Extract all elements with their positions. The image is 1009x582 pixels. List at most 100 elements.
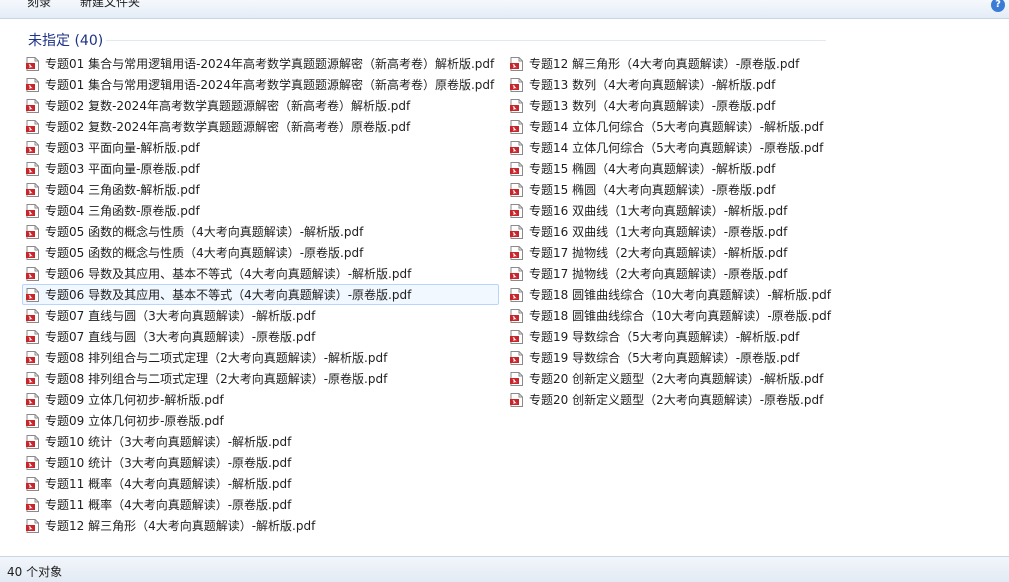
file-item[interactable]: 专题18 圆锥曲线综合（10大考向真题解读）-解析版.pdf bbox=[506, 284, 836, 305]
file-name: 专题05 函数的概念与性质（4大考向真题解读）-原卷版.pdf bbox=[45, 246, 364, 260]
file-name: 专题19 导数综合（5大考向真题解读）-原卷版.pdf bbox=[529, 351, 800, 365]
file-name: 专题18 圆锥曲线综合（10大考向真题解读）-原卷版.pdf bbox=[529, 309, 831, 323]
item-count: 40 个对象 bbox=[7, 565, 63, 579]
file-name: 专题08 排列组合与二项式定理（2大考向真题解读）-原卷版.pdf bbox=[45, 372, 388, 386]
file-item[interactable]: 专题12 解三角形（4大考向真题解读）-原卷版.pdf bbox=[506, 53, 836, 74]
pdf-file-icon bbox=[26, 183, 39, 197]
file-item[interactable]: 专题17 抛物线（2大考向真题解读）-解析版.pdf bbox=[506, 242, 836, 263]
file-name: 专题11 概率（4大考向真题解读）-原卷版.pdf bbox=[45, 498, 292, 512]
status-bar: 40 个对象 bbox=[0, 556, 1009, 582]
pdf-file-icon bbox=[26, 267, 39, 281]
file-item[interactable]: 专题19 导数综合（5大考向真题解读）-原卷版.pdf bbox=[506, 347, 836, 368]
pdf-file-icon bbox=[26, 435, 39, 449]
file-name: 专题14 立体几何综合（5大考向真题解读）-原卷版.pdf bbox=[529, 141, 824, 155]
pdf-file-icon bbox=[510, 78, 523, 92]
file-item[interactable]: 专题03 平面向量-原卷版.pdf bbox=[22, 158, 499, 179]
file-name: 专题14 立体几何综合（5大考向真题解读）-解析版.pdf bbox=[529, 120, 824, 134]
file-item[interactable]: 专题01 集合与常用逻辑用语-2024年高考数学真题题源解密（新高考卷）原卷版.… bbox=[22, 74, 499, 95]
file-name: 专题15 椭圆（4大考向真题解读）-原卷版.pdf bbox=[529, 183, 776, 197]
file-name: 专题06 导数及其应用、基本不等式（4大考向真题解读）-原卷版.pdf bbox=[45, 288, 412, 302]
pdf-file-icon bbox=[26, 351, 39, 365]
file-item[interactable]: 专题10 统计（3大考向真题解读）-原卷版.pdf bbox=[22, 452, 499, 473]
file-name: 专题01 集合与常用逻辑用语-2024年高考数学真题题源解密（新高考卷）解析版.… bbox=[45, 57, 495, 71]
file-name: 专题17 抛物线（2大考向真题解读）-原卷版.pdf bbox=[529, 267, 788, 281]
file-item[interactable]: 专题16 双曲线（1大考向真题解读）-原卷版.pdf bbox=[506, 221, 836, 242]
pdf-file-icon bbox=[26, 162, 39, 176]
file-item[interactable]: 专题14 立体几何综合（5大考向真题解读）-原卷版.pdf bbox=[506, 137, 836, 158]
file-list-pane: 未指定 (40) 专题01 集合与常用逻辑用语-2024年高考数学真题题源解密（… bbox=[0, 19, 1009, 556]
pdf-file-icon bbox=[26, 456, 39, 470]
command-bar: 刻录 新建文件夹 ? bbox=[0, 0, 1009, 19]
file-name: 专题16 双曲线（1大考向真题解读）-解析版.pdf bbox=[529, 204, 788, 218]
pdf-file-icon bbox=[510, 267, 523, 281]
pdf-file-icon bbox=[26, 57, 39, 71]
pdf-file-icon bbox=[26, 372, 39, 386]
file-item[interactable]: 专题10 统计（3大考向真题解读）-解析版.pdf bbox=[22, 431, 499, 452]
file-item[interactable]: 专题07 直线与圆（3大考向真题解读）-原卷版.pdf bbox=[22, 326, 499, 347]
file-item[interactable]: 专题07 直线与圆（3大考向真题解读）-解析版.pdf bbox=[22, 305, 499, 326]
file-name: 专题03 平面向量-原卷版.pdf bbox=[45, 162, 200, 176]
file-item[interactable]: 专题02 复数-2024年高考数学真题题源解密（新高考卷）解析版.pdf bbox=[22, 95, 499, 116]
file-item[interactable]: 专题12 解三角形（4大考向真题解读）-解析版.pdf bbox=[22, 515, 499, 536]
file-item[interactable]: 专题06 导数及其应用、基本不等式（4大考向真题解读）-解析版.pdf bbox=[22, 263, 499, 284]
file-name: 专题07 直线与圆（3大考向真题解读）-解析版.pdf bbox=[45, 309, 316, 323]
file-item[interactable]: 专题19 导数综合（5大考向真题解读）-解析版.pdf bbox=[506, 326, 836, 347]
file-item[interactable]: 专题11 概率（4大考向真题解读）-原卷版.pdf bbox=[22, 494, 499, 515]
file-name: 专题17 抛物线（2大考向真题解读）-解析版.pdf bbox=[529, 246, 788, 260]
file-item[interactable]: 专题01 集合与常用逻辑用语-2024年高考数学真题题源解密（新高考卷）解析版.… bbox=[22, 53, 499, 74]
pdf-file-icon bbox=[26, 477, 39, 491]
pdf-file-icon bbox=[26, 246, 39, 260]
pdf-file-icon bbox=[510, 204, 523, 218]
file-name: 专题01 集合与常用逻辑用语-2024年高考数学真题题源解密（新高考卷）原卷版.… bbox=[45, 78, 495, 92]
pdf-file-icon bbox=[26, 288, 39, 302]
file-name: 专题05 函数的概念与性质（4大考向真题解读）-解析版.pdf bbox=[45, 225, 364, 239]
file-item[interactable]: 专题11 概率（4大考向真题解读）-解析版.pdf bbox=[22, 473, 499, 494]
file-column-2: 专题12 解三角形（4大考向真题解读）-原卷版.pdf 专题13 数列（4大考向真… bbox=[506, 53, 836, 410]
file-item[interactable]: 专题04 三角函数-解析版.pdf bbox=[22, 179, 499, 200]
file-item[interactable]: 专题08 排列组合与二项式定理（2大考向真题解读）-解析版.pdf bbox=[22, 347, 499, 368]
pdf-file-icon bbox=[510, 288, 523, 302]
file-item[interactable]: 专题18 圆锥曲线综合（10大考向真题解读）-原卷版.pdf bbox=[506, 305, 836, 326]
file-name: 专题15 椭圆（4大考向真题解读）-解析版.pdf bbox=[529, 162, 776, 176]
file-item[interactable]: 专题14 立体几何综合（5大考向真题解读）-解析版.pdf bbox=[506, 116, 836, 137]
group-header[interactable]: 未指定 (40) bbox=[28, 28, 826, 50]
burn-button[interactable]: 刻录 bbox=[27, 0, 51, 10]
file-item[interactable]: 专题16 双曲线（1大考向真题解读）-解析版.pdf bbox=[506, 200, 836, 221]
new-folder-button[interactable]: 新建文件夹 bbox=[80, 0, 140, 10]
file-name: 专题02 复数-2024年高考数学真题题源解密（新高考卷）解析版.pdf bbox=[45, 99, 411, 113]
pdf-file-icon bbox=[26, 204, 39, 218]
file-item[interactable]: 专题02 复数-2024年高考数学真题题源解密（新高考卷）原卷版.pdf bbox=[22, 116, 499, 137]
file-item[interactable]: 专题09 立体几何初步-解析版.pdf bbox=[22, 389, 499, 410]
file-item[interactable]: 专题13 数列（4大考向真题解读）-解析版.pdf bbox=[506, 74, 836, 95]
file-name: 专题13 数列（4大考向真题解读）-解析版.pdf bbox=[529, 78, 776, 92]
file-name: 专题04 三角函数-原卷版.pdf bbox=[45, 204, 200, 218]
pdf-file-icon bbox=[26, 225, 39, 239]
file-name: 专题03 平面向量-解析版.pdf bbox=[45, 141, 200, 155]
pdf-file-icon bbox=[510, 99, 523, 113]
file-item[interactable]: 专题08 排列组合与二项式定理（2大考向真题解读）-原卷版.pdf bbox=[22, 368, 499, 389]
file-name: 专题13 数列（4大考向真题解读）-原卷版.pdf bbox=[529, 99, 776, 113]
file-item[interactable]: 专题17 抛物线（2大考向真题解读）-原卷版.pdf bbox=[506, 263, 836, 284]
file-item[interactable]: 专题13 数列（4大考向真题解读）-原卷版.pdf bbox=[506, 95, 836, 116]
file-item[interactable]: 专题05 函数的概念与性质（4大考向真题解读）-解析版.pdf bbox=[22, 221, 499, 242]
file-item[interactable]: 专题20 创新定义题型（2大考向真题解读）-解析版.pdf bbox=[506, 368, 836, 389]
file-item[interactable]: 专题15 椭圆（4大考向真题解读）-解析版.pdf bbox=[506, 158, 836, 179]
group-title: 未指定 (40) bbox=[28, 33, 104, 49]
file-item[interactable]: 专题05 函数的概念与性质（4大考向真题解读）-原卷版.pdf bbox=[22, 242, 499, 263]
pdf-file-icon bbox=[26, 414, 39, 428]
file-item[interactable]: 专题06 导数及其应用、基本不等式（4大考向真题解读）-原卷版.pdf bbox=[22, 284, 500, 305]
help-icon[interactable]: ? bbox=[991, 0, 1005, 12]
file-item[interactable]: 专题03 平面向量-解析版.pdf bbox=[22, 137, 499, 158]
pdf-file-icon bbox=[510, 225, 523, 239]
file-item[interactable]: 专题09 立体几何初步-原卷版.pdf bbox=[22, 410, 499, 431]
file-name: 专题20 创新定义题型（2大考向真题解读）-原卷版.pdf bbox=[529, 393, 824, 407]
file-column-1: 专题01 集合与常用逻辑用语-2024年高考数学真题题源解密（新高考卷）解析版.… bbox=[22, 53, 500, 536]
file-item[interactable]: 专题04 三角函数-原卷版.pdf bbox=[22, 200, 499, 221]
file-item[interactable]: 专题20 创新定义题型（2大考向真题解读）-原卷版.pdf bbox=[506, 389, 836, 410]
pdf-file-icon bbox=[26, 309, 39, 323]
file-name: 专题10 统计（3大考向真题解读）-原卷版.pdf bbox=[45, 456, 292, 470]
pdf-file-icon bbox=[510, 393, 523, 407]
file-name: 专题09 立体几何初步-解析版.pdf bbox=[45, 393, 224, 407]
file-item[interactable]: 专题15 椭圆（4大考向真题解读）-原卷版.pdf bbox=[506, 179, 836, 200]
file-name: 专题16 双曲线（1大考向真题解读）-原卷版.pdf bbox=[529, 225, 788, 239]
